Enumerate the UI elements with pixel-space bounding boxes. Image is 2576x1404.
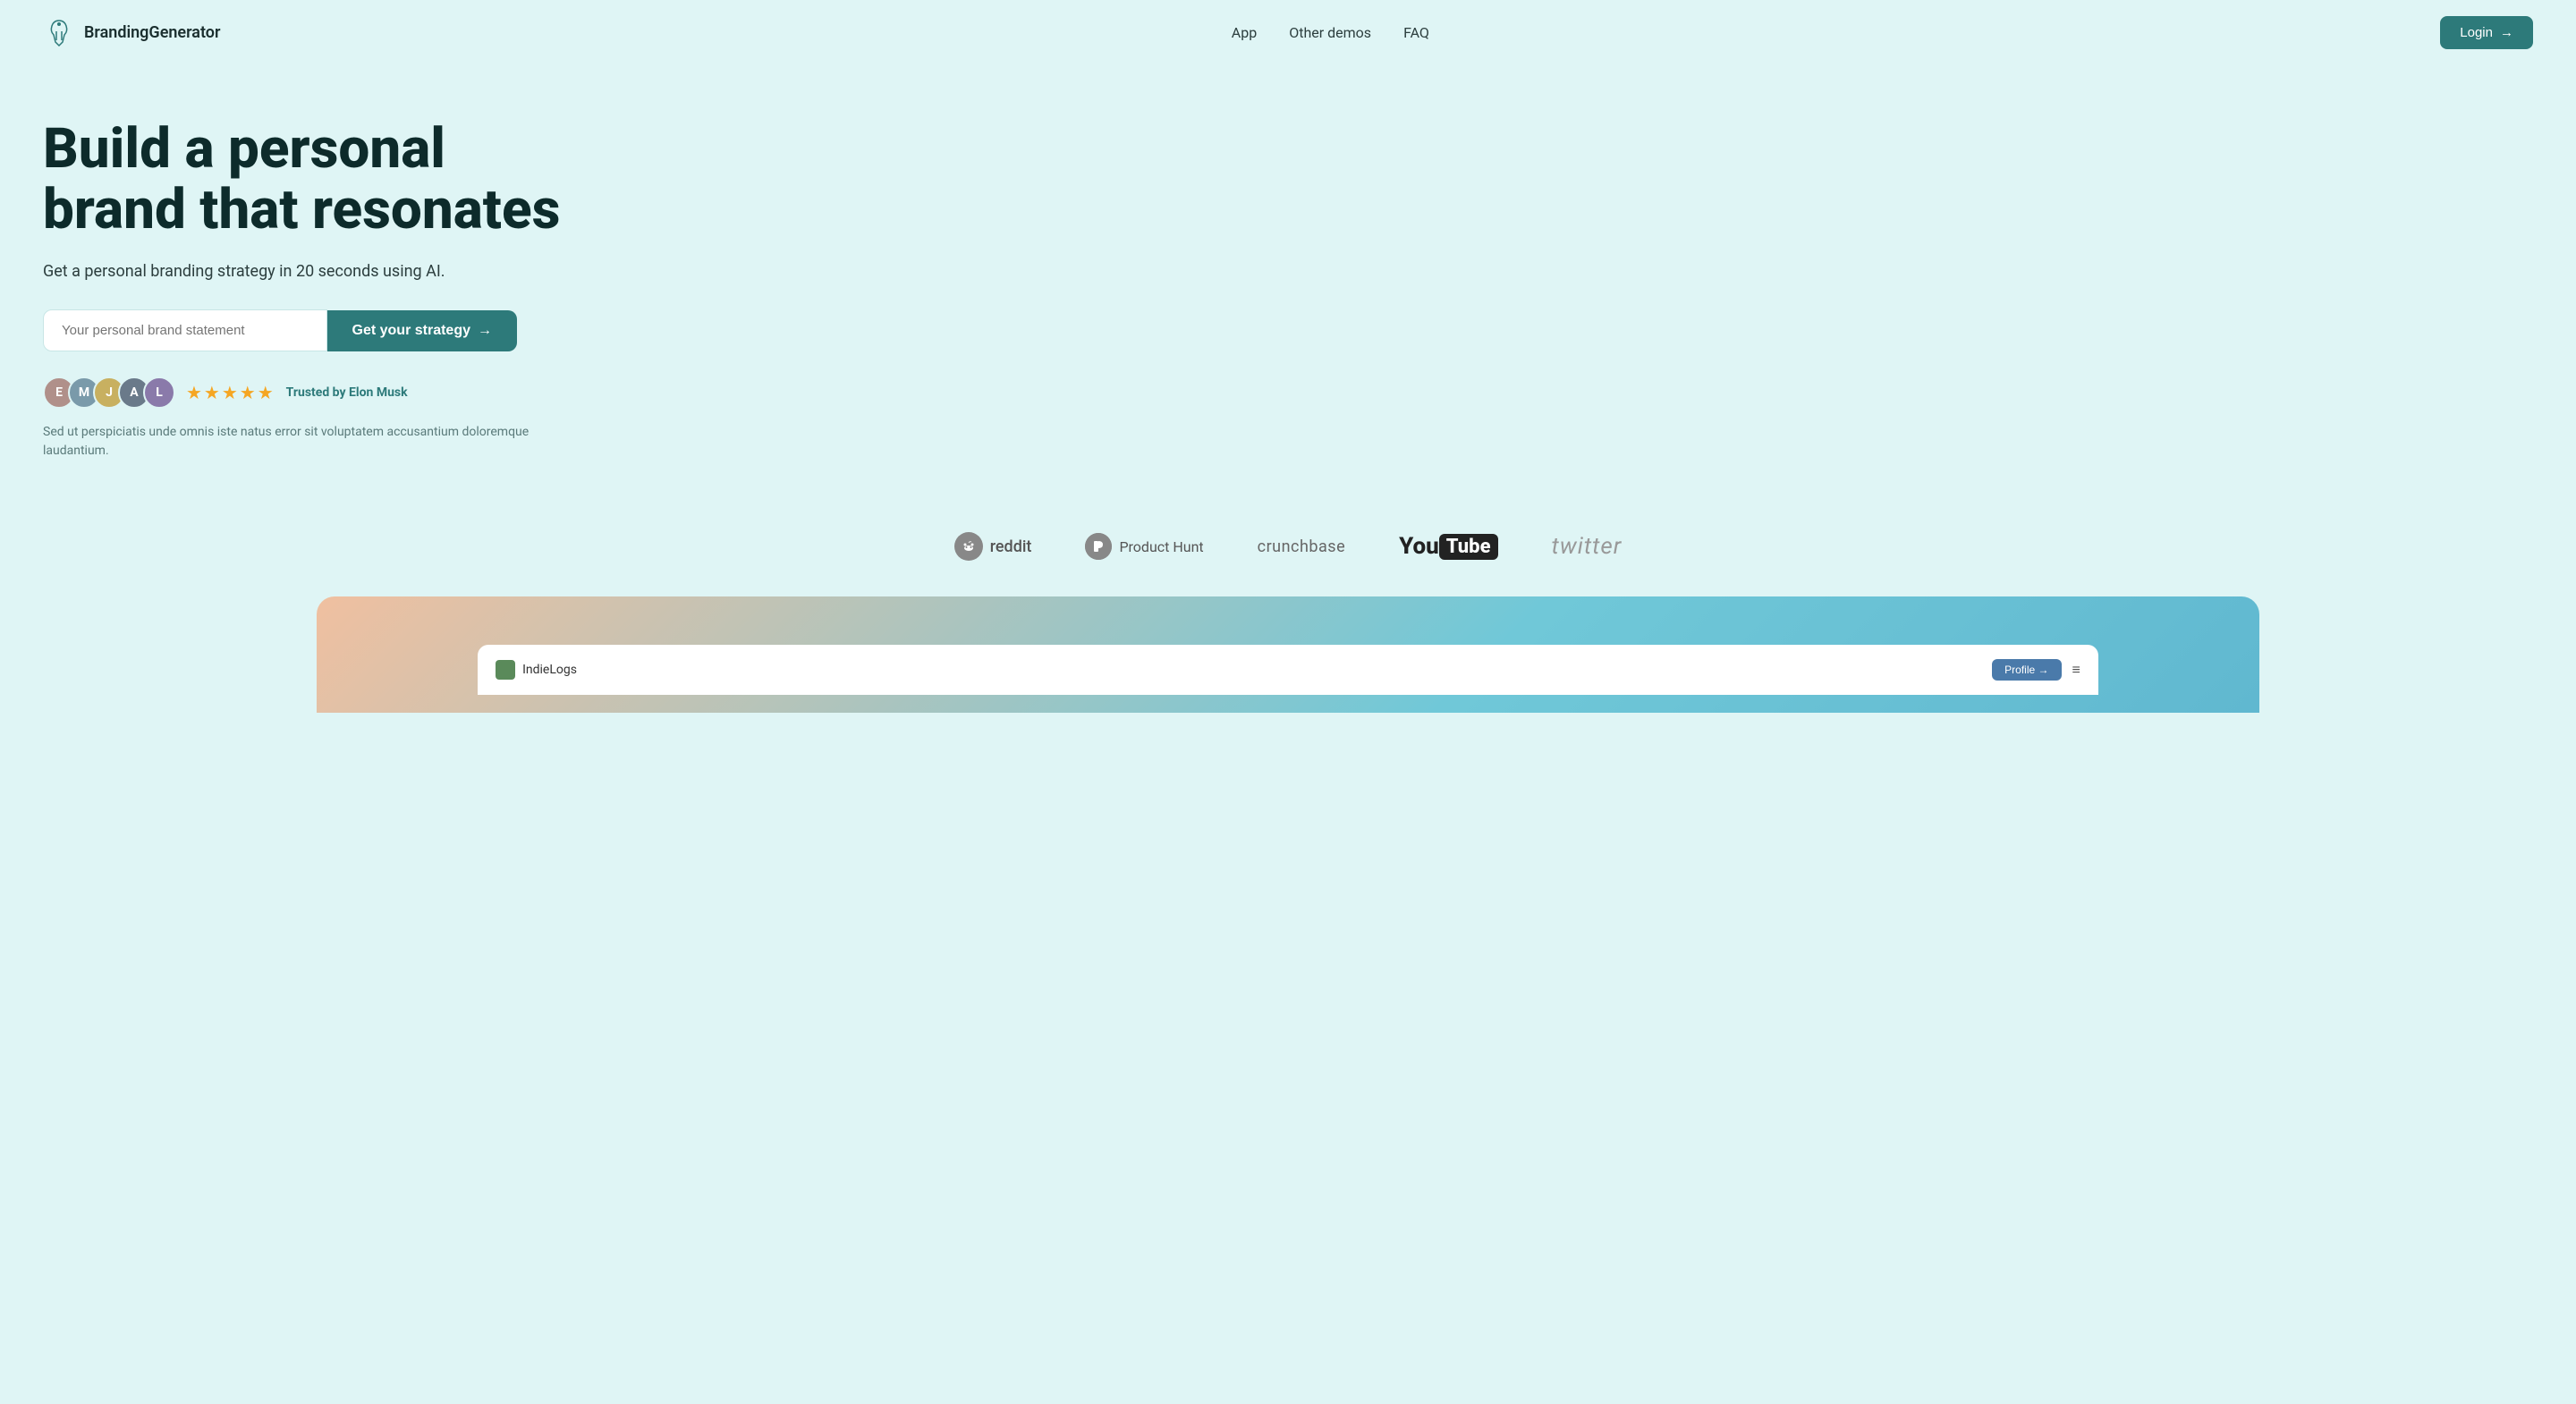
logo-text: BrandingGenerator (84, 23, 220, 42)
crunchbase-logo: crunchbase (1258, 537, 1345, 556)
inner-profile-button[interactable]: Profile → (1992, 659, 2061, 681)
trust-label: Trusted by Elon Musk (286, 385, 408, 400)
logos-section: reddit Product Hunt crunchbase You Tube … (0, 496, 2576, 596)
producthunt-logo: Product Hunt (1085, 533, 1203, 560)
nav-links: App Other demos FAQ (1232, 24, 1429, 41)
youtube-logo: You Tube (1399, 533, 1497, 560)
inner-nav-right: Profile → ≡ (1992, 659, 2080, 681)
trust-row: E M J A L ★★★★★ Trusted by Elon Musk (43, 376, 583, 409)
cta-input-row: Get your strategy → (43, 309, 517, 351)
inner-menu-icon[interactable]: ≡ (2072, 661, 2080, 679)
hero-section: Build a personal brand that resonates Ge… (0, 65, 626, 496)
trust-description: Sed ut perspiciatis unde omnis iste natu… (43, 423, 583, 461)
producthunt-label: Product Hunt (1119, 538, 1203, 555)
avatar-5: L (143, 376, 175, 409)
screenshot-container: IndieLogs Profile → ≡ (317, 596, 2259, 713)
logo[interactable]: BrandingGenerator (43, 17, 220, 49)
twitter-logo: twitter (1552, 533, 1623, 560)
reddit-icon (954, 532, 983, 561)
logo-icon (43, 17, 75, 49)
hero-title: Build a personal brand that resonates (43, 119, 583, 241)
brand-statement-input[interactable] (43, 309, 327, 351)
reddit-logo: reddit (954, 532, 1032, 561)
inner-window: IndieLogs Profile → ≡ (478, 645, 2098, 695)
login-button[interactable]: Login → (2440, 16, 2533, 49)
hero-subtitle: Get a personal branding strategy in 20 s… (43, 262, 583, 281)
screenshot-section: IndieLogs Profile → ≡ (0, 596, 2576, 713)
youtube-tube-text: Tube (1439, 534, 1498, 560)
reddit-label: reddit (990, 537, 1032, 556)
get-strategy-button[interactable]: Get your strategy → (327, 310, 517, 351)
twitter-label: twitter (1552, 533, 1623, 560)
nav-faq-link[interactable]: FAQ (1403, 24, 1429, 41)
inner-logo: IndieLogs (496, 660, 577, 680)
navbar: BrandingGenerator App Other demos FAQ Lo… (0, 0, 2576, 65)
ph-icon (1085, 533, 1112, 560)
crunchbase-label: crunchbase (1258, 537, 1345, 556)
youtube-you-text: You (1399, 533, 1439, 560)
trust-avatars: E M J A L (43, 376, 175, 409)
inner-logo-text: IndieLogs (522, 663, 577, 677)
inner-logo-box (496, 660, 515, 680)
star-rating: ★★★★★ (186, 382, 275, 403)
nav-other-demos-link[interactable]: Other demos (1289, 24, 1371, 41)
nav-app-link[interactable]: App (1232, 24, 1257, 41)
